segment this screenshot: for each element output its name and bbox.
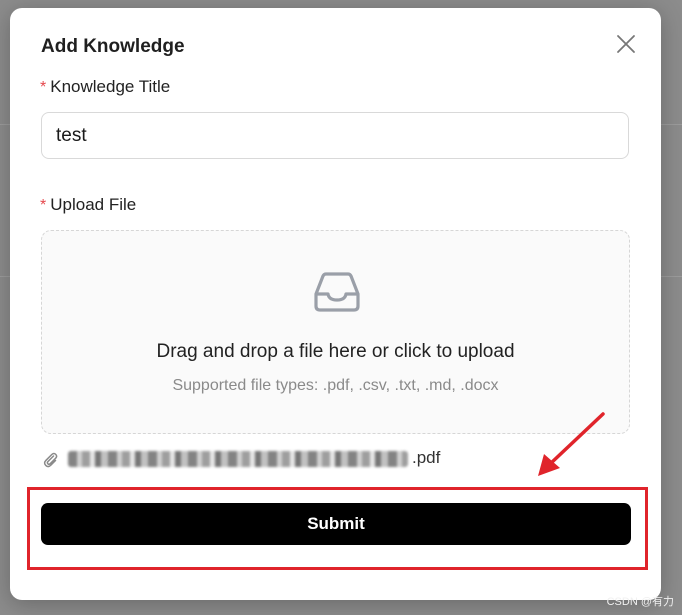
knowledge-title-input[interactable] [41, 112, 629, 159]
knowledge-title-label-text: Knowledge Title [50, 77, 171, 96]
file-extension: .pdf [412, 448, 441, 467]
upload-file-label: * Upload File [40, 195, 136, 215]
dropzone-supported-types: Supported file types: .pdf, .csv, .txt, … [172, 377, 499, 394]
close-button[interactable] [614, 32, 638, 56]
dialog-title: Add Knowledge [41, 36, 185, 57]
upload-file-label-text: Upload File [50, 195, 137, 214]
watermark: CSDN @有力 [606, 596, 674, 608]
redacted-file-name [68, 451, 408, 467]
annotation-arrow-icon [538, 412, 605, 476]
required-mark: * [40, 79, 47, 96]
attached-file[interactable]: .pdf [41, 448, 541, 470]
required-mark: * [40, 197, 47, 214]
inbox-icon [314, 272, 360, 312]
dropzone-main-text: Drag and drop a file here or click to up… [156, 341, 515, 362]
close-icon [617, 35, 635, 53]
paperclip-icon [43, 452, 58, 468]
file-dropzone[interactable]: Drag and drop a file here or click to up… [41, 230, 630, 434]
knowledge-title-label: * Knowledge Title [40, 77, 170, 97]
annotation-highlight-box [27, 487, 648, 570]
